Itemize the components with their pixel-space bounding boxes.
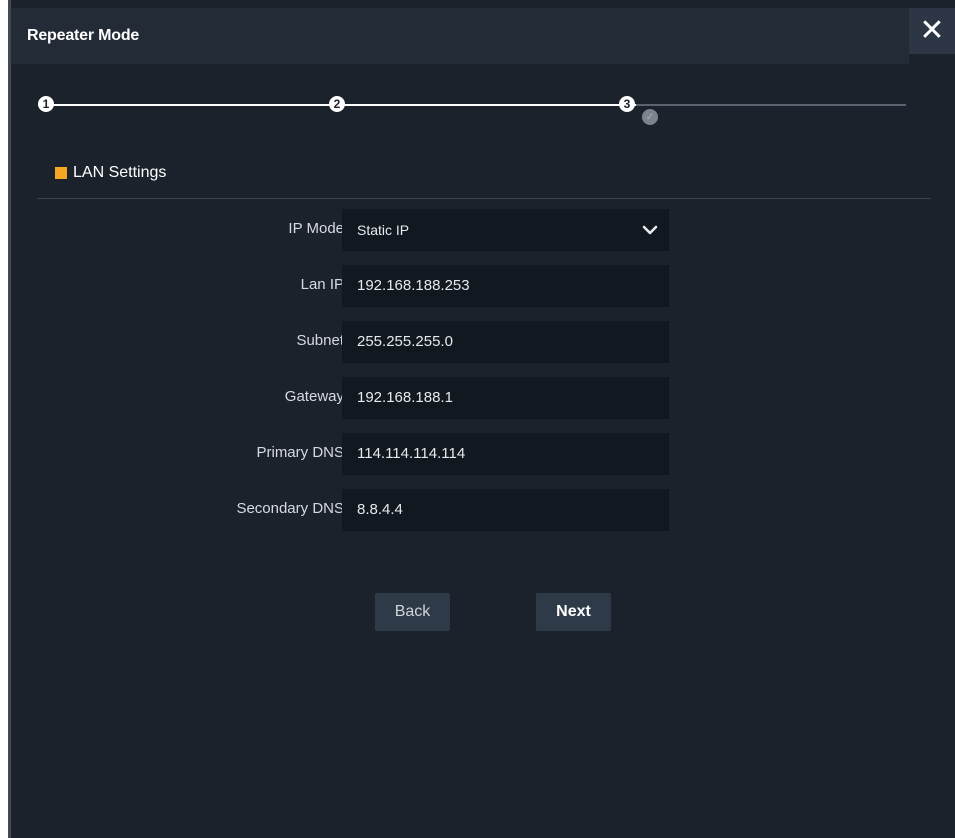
step-1-indicator: 1 (38, 96, 54, 112)
wizard-stepper: 1 2 3 ✓ (11, 64, 955, 144)
close-button[interactable]: ✕ (909, 8, 955, 54)
subnet-label: Subnet (296, 332, 344, 349)
secondary-dns-input[interactable]: 8.8.4.4 (342, 489, 669, 531)
next-button[interactable]: Next (536, 593, 611, 631)
secondary-dns-row: Secondary DNS 8.8.4.4 (11, 489, 955, 531)
gateway-input[interactable]: 192.168.188.1 (342, 377, 669, 419)
section-divider (37, 198, 931, 199)
lan-ip-row: Lan IP 192.168.188.253 (11, 265, 955, 307)
step-3-indicator: 3 (619, 96, 635, 112)
step-pending-check-icon: ✓ (642, 109, 658, 125)
close-icon: ✕ (919, 14, 945, 47)
ip-mode-label: IP Mode (288, 220, 344, 237)
dialog-title: Repeater Mode (27, 27, 140, 44)
ip-mode-row: IP Mode Static IP (11, 209, 955, 251)
section-header: LAN Settings (55, 164, 166, 182)
section-title: LAN Settings (73, 164, 167, 181)
lan-ip-label: Lan IP (300, 276, 344, 293)
ip-mode-value: Static IP (357, 222, 410, 238)
lan-ip-input[interactable]: 192.168.188.253 (342, 265, 669, 307)
back-button[interactable]: Back (375, 593, 450, 631)
subnet-input[interactable]: 255.255.255.0 (342, 321, 669, 363)
chevron-down-icon (642, 225, 658, 235)
gateway-label: Gateway (284, 388, 344, 405)
gateway-row: Gateway 192.168.188.1 (11, 377, 955, 419)
step-line-remaining (636, 104, 906, 106)
primary-dns-input[interactable]: 114.114.114.114 (342, 433, 669, 475)
dialog-title-bar: Repeater Mode (11, 8, 909, 64)
secondary-dns-label: Secondary DNS (236, 500, 344, 517)
step-2-indicator: 2 (329, 96, 345, 112)
subnet-row: Subnet 255.255.255.0 (11, 321, 955, 363)
dialog-body: 1 2 3 ✓ LAN Settings IP Mode Static IP L… (11, 64, 955, 838)
primary-dns-row: Primary DNS 114.114.114.114 (11, 433, 955, 475)
primary-dns-label: Primary DNS (256, 444, 344, 461)
section-marker-icon (55, 167, 67, 179)
ip-mode-select[interactable]: Static IP (342, 209, 669, 251)
